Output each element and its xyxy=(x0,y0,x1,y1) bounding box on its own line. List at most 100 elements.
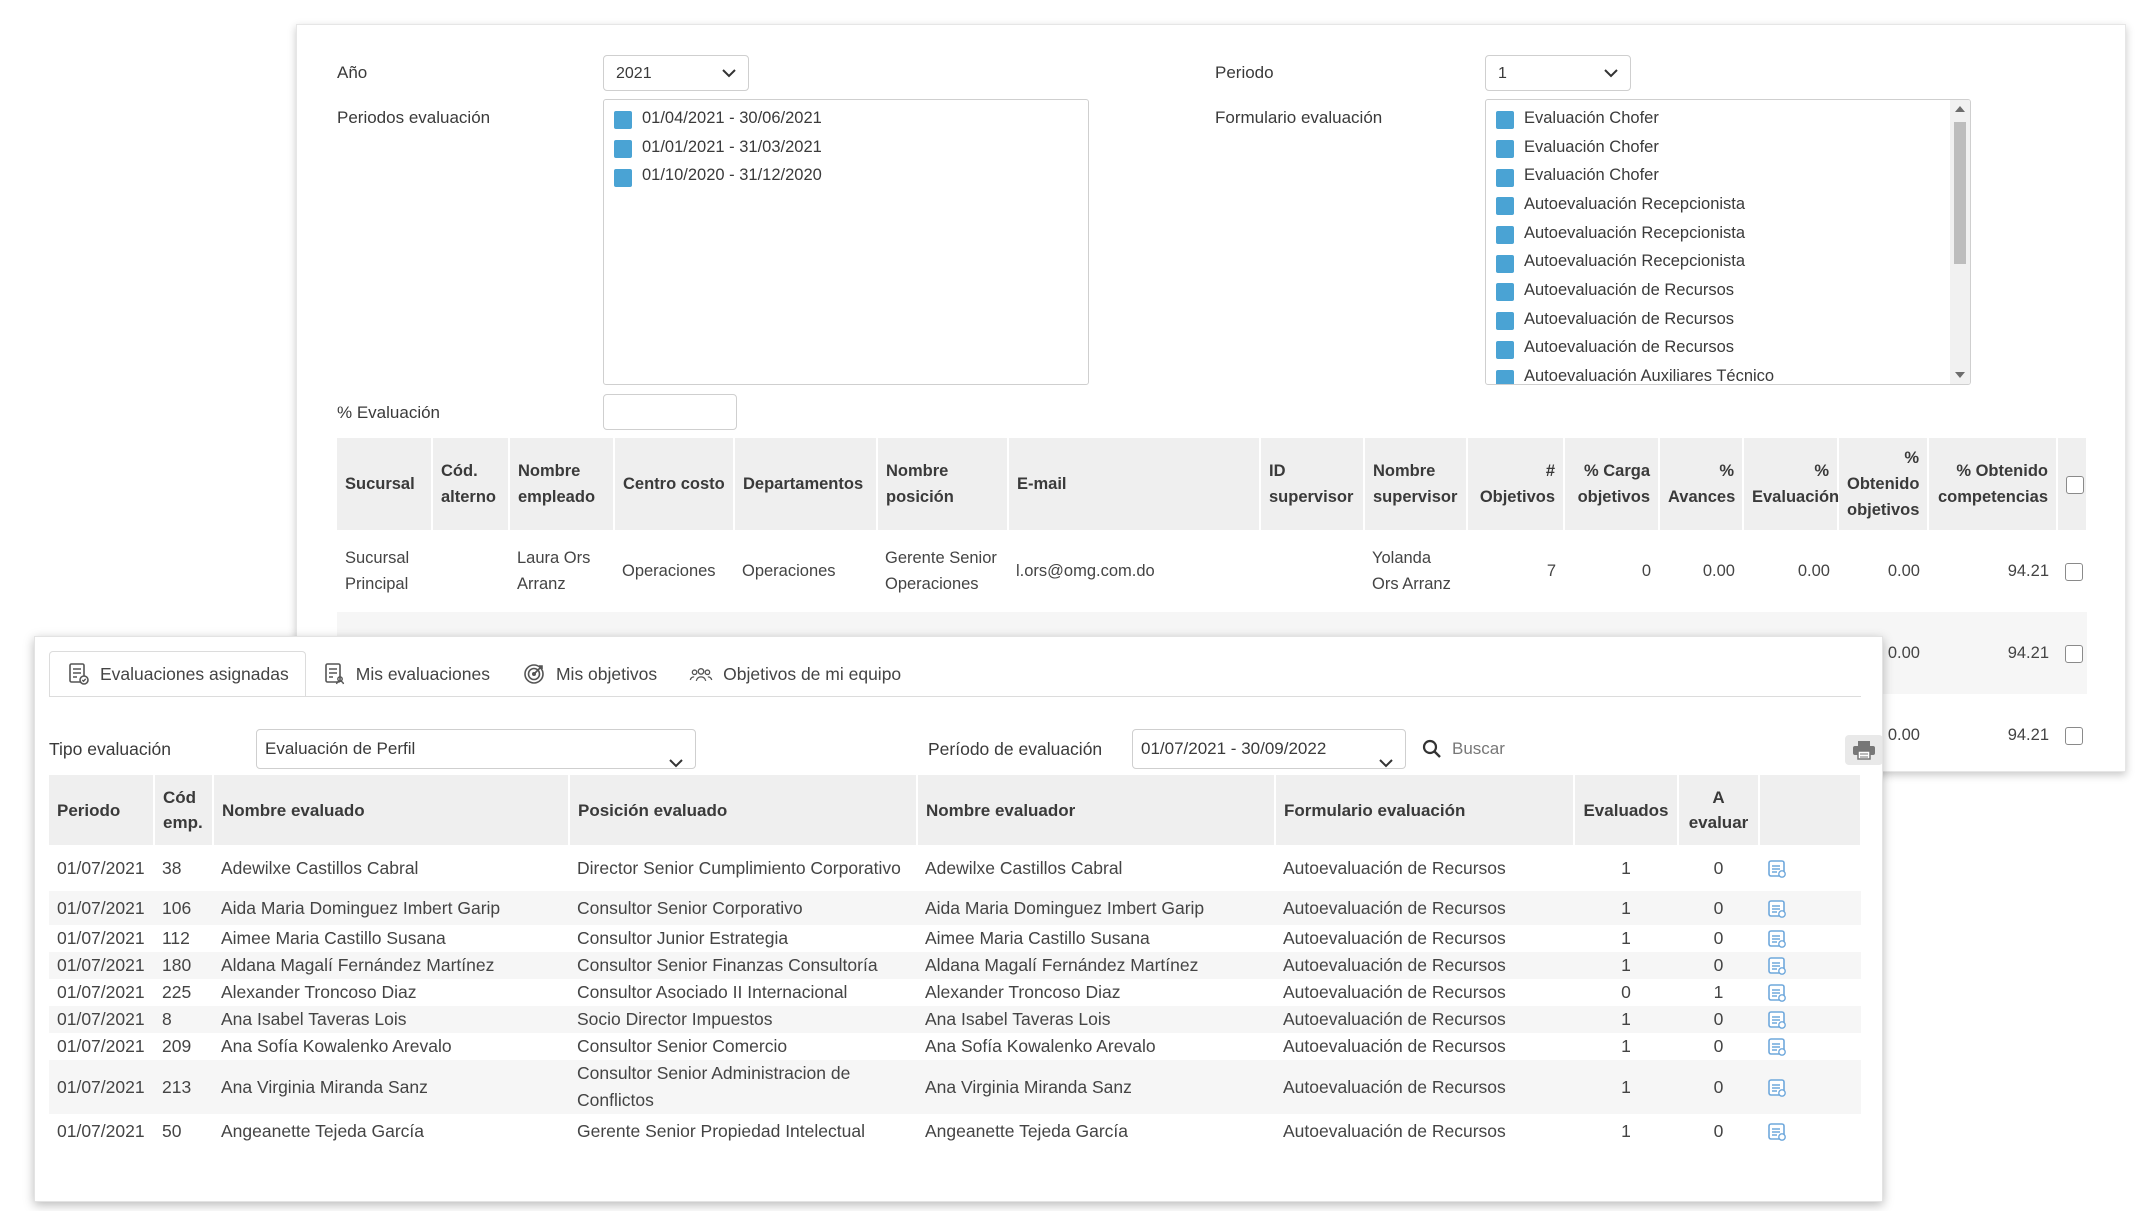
table-row[interactable]: 01/07/2021 180 Aldana Magalí Fernández Mar… xyxy=(49,952,1861,979)
table-row[interactable]: 01/07/2021 38 Adewilxe Castillos Cabral Dir… xyxy=(49,845,1861,891)
listbox-scrollbar[interactable] xyxy=(1950,100,1970,384)
formulario-evaluacion-option[interactable]: Autoevaluación de Recursos xyxy=(1486,276,1970,305)
column-header[interactable]: Formulario evaluación xyxy=(1275,775,1575,845)
open-evaluation-icon[interactable] xyxy=(1767,859,1787,879)
formulario-evaluacion-option[interactable]: Autoevaluación Recepcionista xyxy=(1486,219,1970,248)
formulario-evaluacion-list[interactable]: Evaluación Chofer Evaluación Chofer Evalua… xyxy=(1485,99,1971,385)
checkbox-checked-icon[interactable] xyxy=(1496,168,1514,187)
column-header[interactable]: Cód emp. xyxy=(154,775,214,845)
open-evaluation-icon[interactable] xyxy=(1767,1078,1787,1098)
checkbox-checked-icon[interactable] xyxy=(1496,254,1514,273)
column-header[interactable]: % Obtenido competencias xyxy=(1928,438,2058,530)
print-button[interactable] xyxy=(1845,735,1882,765)
checkbox-checked-icon[interactable] xyxy=(1496,283,1514,302)
periodo-evaluacion-option[interactable]: 01/04/2021 - 30/06/2021 xyxy=(604,104,1088,133)
column-header[interactable]: % Obtenido objetivos xyxy=(1838,438,1929,530)
checkbox-checked-icon[interactable] xyxy=(1496,369,1514,384)
column-header[interactable]: Nombre evaluado xyxy=(213,775,570,845)
table-cell: Autoevaluación de Recursos xyxy=(1283,1036,1506,1056)
formulario-evaluacion-option[interactable]: Autoevaluación Recepcionista xyxy=(1486,190,1970,219)
checkbox-checked-icon[interactable] xyxy=(1496,197,1514,216)
checkbox-checked-icon[interactable] xyxy=(614,168,632,187)
scroll-thumb[interactable] xyxy=(1954,122,1966,264)
open-evaluation-icon[interactable] xyxy=(1767,1037,1787,1057)
table-row[interactable]: 01/07/2021 213 Ana Virginia Miranda Sanz Co… xyxy=(49,1060,1861,1114)
formulario-evaluacion-option[interactable]: Evaluación Chofer xyxy=(1486,104,1970,133)
table-row[interactable]: 01/07/2021 225 Alexander Troncoso Diaz Cons… xyxy=(49,979,1861,1006)
row-action-cell xyxy=(1759,845,1861,891)
open-evaluation-icon[interactable] xyxy=(1767,899,1787,919)
tab-objetivos-de-mi-equipo[interactable]: Objetivos de mi equipo xyxy=(673,651,917,697)
column-header[interactable]: Sucursal xyxy=(337,438,433,530)
periodo-evaluacion-option[interactable]: 01/10/2020 - 31/12/2020 xyxy=(604,161,1088,190)
checkbox-checked-icon[interactable] xyxy=(614,111,632,130)
column-header[interactable]: % Avances xyxy=(1659,438,1744,530)
search-button[interactable]: Buscar xyxy=(1422,729,1505,769)
anio-select[interactable]: 2021 xyxy=(603,55,749,91)
checkbox-checked-icon[interactable] xyxy=(1496,340,1514,359)
table-cell: Consultor Junior Estrategia xyxy=(577,928,789,948)
column-header[interactable]: Centro costo xyxy=(614,438,735,530)
row-checkbox[interactable] xyxy=(2065,726,2083,745)
formulario-evaluacion-option[interactable]: Autoevaluación Auxiliares Técnico xyxy=(1486,362,1970,384)
tipo-evaluacion-select[interactable]: Evaluación de Perfil xyxy=(256,729,696,769)
column-header[interactable]: A evaluar xyxy=(1678,775,1760,845)
column-header[interactable]: ID supervisor xyxy=(1260,438,1365,530)
checkbox-checked-icon[interactable] xyxy=(614,140,632,159)
column-header[interactable]: Cód. alterno xyxy=(432,438,510,530)
periodo-evaluacion-option[interactable]: 01/01/2021 - 31/03/2021 xyxy=(604,133,1088,162)
tab-mis-evaluaciones[interactable]: Mis evaluaciones xyxy=(306,651,506,697)
table-row[interactable]: 01/07/2021 209 Ana Sofía Kowalenko Arevalo… xyxy=(49,1033,1861,1060)
row-select-cell xyxy=(2057,612,2087,694)
periodos-evaluacion-list[interactable]: 01/04/2021 - 30/06/2021 01/01/2021 - 31/0… xyxy=(603,99,1089,385)
column-header[interactable]: Departamentos xyxy=(734,438,878,530)
column-header[interactable]: Evaluados xyxy=(1574,775,1679,845)
checkbox-checked-icon[interactable] xyxy=(1496,226,1514,245)
periodo-label: Periodo xyxy=(1215,63,1274,82)
column-header[interactable]: % Evaluación xyxy=(1743,438,1839,530)
table-cell: 1 xyxy=(1621,1036,1631,1056)
formulario-evaluacion-option[interactable]: Autoevaluación de Recursos xyxy=(1486,305,1970,334)
column-header[interactable]: Posición evaluado xyxy=(569,775,918,845)
open-evaluation-icon[interactable] xyxy=(1767,929,1787,949)
column-header[interactable]: Periodo xyxy=(49,775,155,845)
row-checkbox[interactable] xyxy=(2065,562,2083,581)
row-checkbox[interactable] xyxy=(2065,644,2083,663)
tab-evaluaciones-asignadas[interactable]: Evaluaciones asignadas xyxy=(49,651,306,697)
scroll-down-icon[interactable] xyxy=(1955,372,1965,378)
table-row[interactable]: 01/07/2021 50 Angeanette Tejeda García Gere… xyxy=(49,1114,1861,1148)
open-evaluation-icon[interactable] xyxy=(1767,983,1787,1003)
formulario-evaluacion-option[interactable]: Autoevaluación Recepcionista xyxy=(1486,247,1970,276)
periodo-evaluacion-select[interactable]: 01/07/2021 - 30/09/2022 xyxy=(1132,729,1406,769)
table-cell: Adewilxe Castillos Cabral xyxy=(925,857,1123,878)
column-header[interactable]: Nombre posición xyxy=(877,438,1009,530)
table-cell: l.ors@omg.com.do xyxy=(1016,562,1155,580)
column-header[interactable]: Nombre supervisor xyxy=(1364,438,1468,530)
column-header[interactable]: Nombre evaluador xyxy=(917,775,1276,845)
column-header[interactable]: # Objetivos xyxy=(1467,438,1565,530)
formulario-evaluacion-option[interactable]: Evaluación Chofer xyxy=(1486,161,1970,190)
open-evaluation-icon[interactable] xyxy=(1767,1010,1787,1030)
formulario-evaluacion-option[interactable]: Evaluación Chofer xyxy=(1486,133,1970,162)
tipo-evaluacion-label: Tipo evaluación xyxy=(49,739,171,759)
pct-evaluacion-input[interactable] xyxy=(603,394,737,430)
column-header[interactable]: E-mail xyxy=(1008,438,1261,530)
table-cell: Consultor Senior Finanzas Consultoría xyxy=(569,952,917,979)
periodo-select[interactable]: 1 xyxy=(1485,55,1631,91)
open-evaluation-icon[interactable] xyxy=(1767,956,1787,976)
open-evaluation-icon[interactable] xyxy=(1767,1122,1787,1142)
column-header[interactable]: Nombre empleado xyxy=(509,438,615,530)
table-row[interactable]: 01/07/2021 8 Ana Isabel Taveras Lois Socio … xyxy=(49,1006,1861,1033)
table-row[interactable]: 01/07/2021 112 Aimee Maria Castillo Susana… xyxy=(49,925,1861,952)
checkbox-checked-icon[interactable] xyxy=(1496,312,1514,331)
formulario-evaluacion-option[interactable]: Autoevaluación de Recursos xyxy=(1486,334,1970,363)
tab-bar: Evaluaciones asignadas Mis evaluaciones … xyxy=(49,651,917,697)
scroll-up-icon[interactable] xyxy=(1955,106,1965,112)
tab-mis-objetivos[interactable]: Mis objetivos xyxy=(506,651,673,697)
checkbox-checked-icon[interactable] xyxy=(1496,111,1514,130)
checkbox-checked-icon[interactable] xyxy=(1496,140,1514,159)
table-row[interactable]: 01/07/2021 106 Aida Maria Dominguez Imbert… xyxy=(49,891,1861,925)
assigned-evaluations-icon xyxy=(66,662,90,686)
select-all-checkbox[interactable] xyxy=(2066,475,2084,494)
column-header[interactable]: % Carga objetivos xyxy=(1564,438,1660,530)
